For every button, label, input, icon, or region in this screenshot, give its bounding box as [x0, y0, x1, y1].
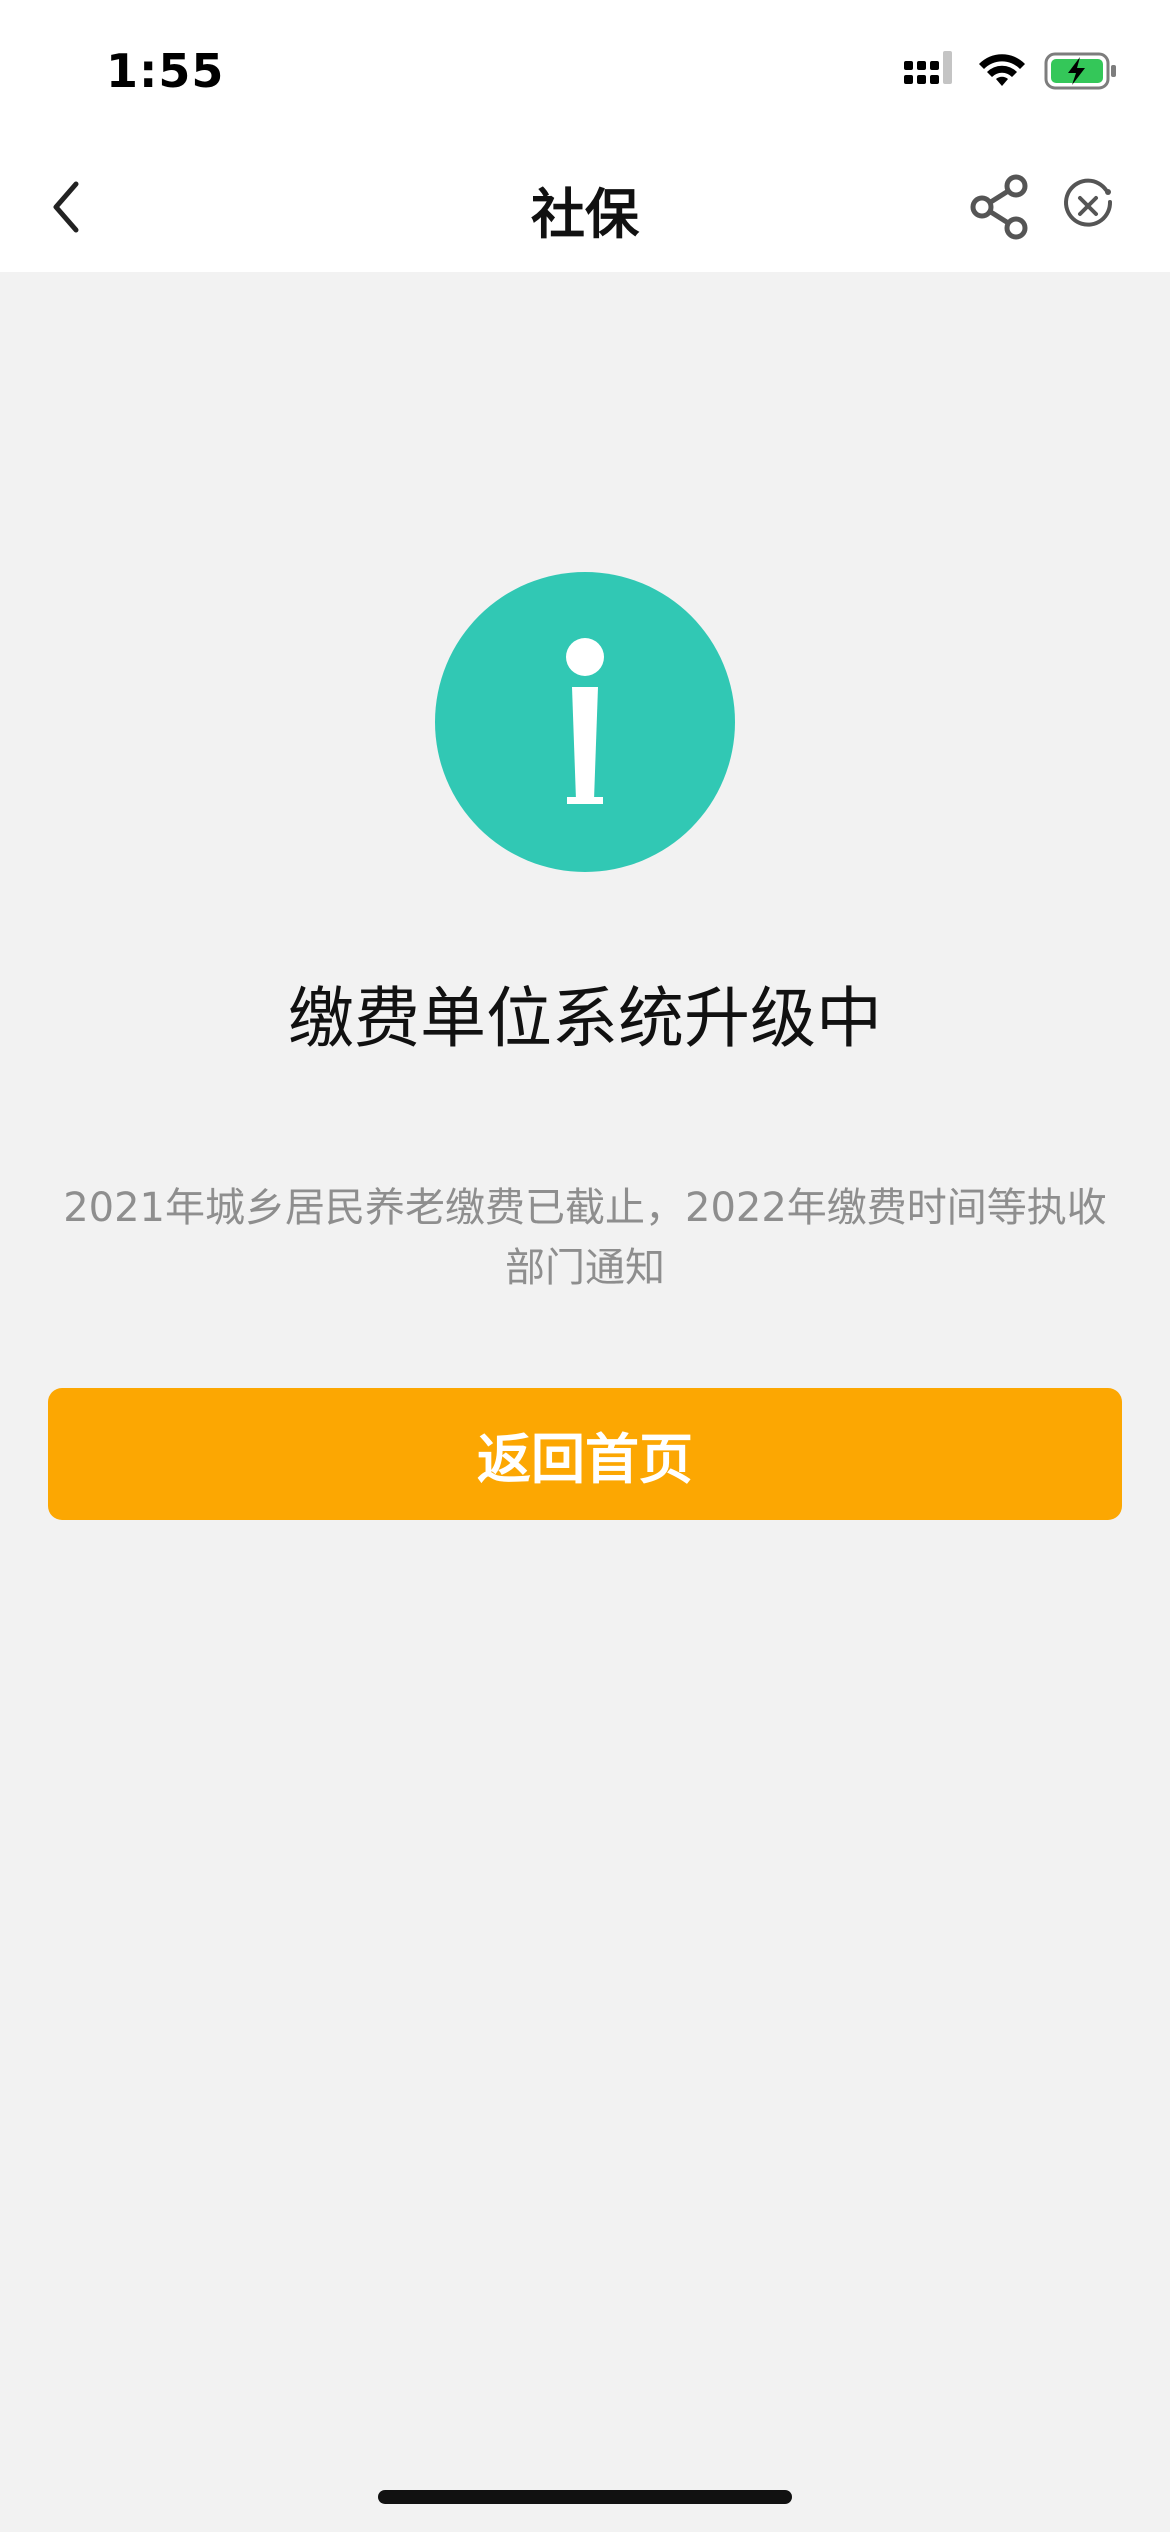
- cellular-signal-icon: [904, 51, 960, 95]
- status-icons: [904, 48, 1118, 98]
- status-message-line1: 2021年城乡居民养老缴费已截止，2022年缴费时间等执收: [63, 1185, 1107, 1231]
- share-button[interactable]: [966, 172, 1036, 242]
- status-headline: 缴费单位系统升级中: [288, 980, 882, 1057]
- info-icon: [435, 572, 735, 872]
- share-icon: [970, 174, 1028, 240]
- status-message: 2021年城乡居民养老缴费已截止，2022年缴费时间等执收 部门通知: [40, 1178, 1130, 1298]
- close-button[interactable]: [1060, 178, 1116, 234]
- status-time: 1:55: [106, 44, 225, 98]
- battery-charging-icon: [1044, 51, 1118, 95]
- close-circle-icon: [1064, 178, 1113, 227]
- status-message-line2: 部门通知: [505, 1245, 665, 1291]
- home-indicator: [378, 2490, 792, 2504]
- wifi-icon: [978, 52, 1026, 94]
- return-home-button[interactable]: 返回首页: [48, 1388, 1122, 1520]
- top-bar: 1:55 社保: [0, 0, 1170, 272]
